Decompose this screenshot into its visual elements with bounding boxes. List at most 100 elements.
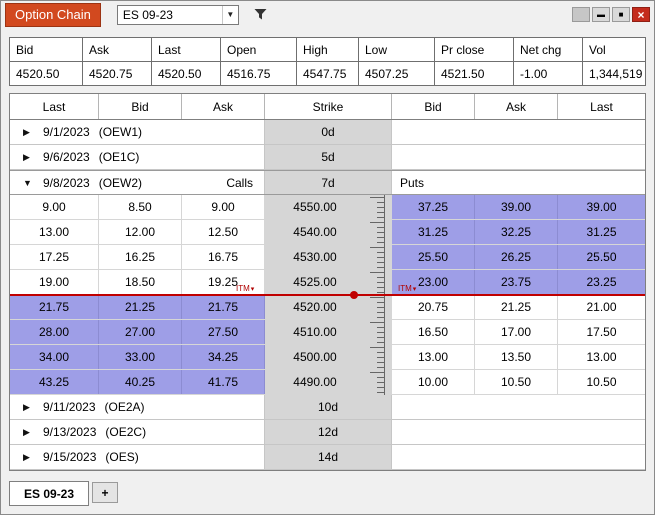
expander-icon[interactable]: ▶ xyxy=(23,152,34,163)
put-bid-cell[interactable]: 13.00 xyxy=(392,345,475,369)
put-ask-cell[interactable]: 32.25 xyxy=(475,220,558,244)
calls-section-label: Calls xyxy=(226,175,253,190)
call-bid-cell[interactable]: 27.00 xyxy=(99,320,182,344)
expiration-code: (OEW1) xyxy=(98,125,143,139)
put-bid-cell[interactable]: 37.25 xyxy=(392,195,475,219)
call-ask-cell[interactable]: 34.25 xyxy=(182,345,265,369)
tab-bar: ES 09-23 + xyxy=(9,481,119,507)
filter-icon[interactable] xyxy=(253,7,269,23)
option-row: 9.00 8.50 9.00 4550.00 37.25 39.00 39.00 xyxy=(10,195,645,220)
call-bid-cell[interactable]: 8.50 xyxy=(99,195,182,219)
put-ask-cell[interactable]: 17.00 xyxy=(475,320,558,344)
col-header-call-last: Last xyxy=(10,94,99,119)
expiration-row[interactable]: ▶ 9/13/2023 (OE2C) 12d xyxy=(10,420,645,445)
expiration-row[interactable]: ▶ 9/11/2023 (OE2A) 10d xyxy=(10,395,645,420)
option-row: 43.25 40.25 41.75 4490.00 10.00 10.50 10… xyxy=(10,370,645,395)
expiration-row-right xyxy=(392,120,645,144)
put-ask-cell[interactable]: 13.50 xyxy=(475,345,558,369)
put-last-cell[interactable]: 39.00 xyxy=(558,195,645,219)
tab-es-09-23[interactable]: ES 09-23 xyxy=(9,481,90,506)
put-last-cell[interactable]: 23.25 xyxy=(558,270,645,294)
call-ask-cell[interactable]: 41.75 xyxy=(182,370,265,394)
expiration-row[interactable]: ▶ 9/1/2023 (OEW1) 0d xyxy=(10,120,645,145)
expander-icon[interactable]: ▶ xyxy=(23,127,34,138)
expiration-row-expanded[interactable]: ▼ 9/8/2023 (OEW2) Calls 7d Puts xyxy=(10,170,645,195)
maximize-button[interactable]: ■ xyxy=(612,7,630,22)
expiration-info: ▼ 9/8/2023 (OEW2) Calls xyxy=(10,171,265,194)
symbol-dropdown[interactable]: ES 09-23 ▼ xyxy=(116,4,239,25)
col-header-put-bid: Bid xyxy=(392,94,475,119)
call-ask-cell[interactable]: 21.75 xyxy=(182,295,265,319)
call-bid-cell[interactable]: 40.25 xyxy=(99,370,182,394)
minimize-button[interactable]: ▬ xyxy=(592,7,610,22)
quote-value-cell: 4520.50 xyxy=(10,62,82,85)
put-ask-cell[interactable]: 10.50 xyxy=(475,370,558,394)
put-last-cell[interactable]: 17.50 xyxy=(558,320,645,344)
option-row: 13.00 12.00 12.50 4540.00 31.25 32.25 31… xyxy=(10,220,645,245)
call-bid-cell[interactable]: 21.25 xyxy=(99,295,182,319)
window-controls: ▬ ■ × xyxy=(572,7,650,22)
expander-icon[interactable]: ▶ xyxy=(23,402,34,413)
expiration-date: 9/13/2023 xyxy=(43,425,97,439)
call-ask-cell[interactable]: 12.50 xyxy=(182,220,265,244)
call-bid-cell[interactable]: 16.25 xyxy=(99,245,182,269)
close-button[interactable]: × xyxy=(632,7,650,22)
window-extra-button[interactable] xyxy=(572,7,590,22)
call-last-cell[interactable]: 43.25 xyxy=(10,370,99,394)
put-last-cell[interactable]: 25.50 xyxy=(558,245,645,269)
expiration-row[interactable]: ▶ 9/15/2023 (OES) 14d xyxy=(10,445,645,470)
expiration-code: (OE1C) xyxy=(98,150,140,164)
call-ask-cell[interactable]: 16.75 xyxy=(182,245,265,269)
strike-cell: 4510.00 xyxy=(265,320,392,344)
call-bid-cell[interactable]: 33.00 xyxy=(99,345,182,369)
option-chain-table: Last Bid Ask Strike Bid Ask Last ▶ 9/1/2… xyxy=(9,93,646,471)
call-ask-cell[interactable]: 9.00 xyxy=(182,195,265,219)
call-last-cell[interactable]: 9.00 xyxy=(10,195,99,219)
quote-value-cell: 1,344,519 xyxy=(583,62,645,85)
put-ask-cell[interactable]: 39.00 xyxy=(475,195,558,219)
quote-header-cell: Pr close xyxy=(435,38,513,61)
expiration-date: 9/1/2023 xyxy=(43,125,90,139)
chevron-down-icon[interactable]: ▼ xyxy=(221,5,238,24)
put-last-cell[interactable]: 13.00 xyxy=(558,345,645,369)
put-ask-cell[interactable]: 21.25 xyxy=(475,295,558,319)
call-bid-cell[interactable]: 12.00 xyxy=(99,220,182,244)
days-to-expiration: 5d xyxy=(265,145,392,169)
quote-value-cell: 4521.50 xyxy=(435,62,513,85)
quote-header-cell: Ask xyxy=(83,38,151,61)
put-last-cell[interactable]: 31.25 xyxy=(558,220,645,244)
days-to-expiration: 0d xyxy=(265,120,392,144)
option-row: 34.00 33.00 34.25 4500.00 13.00 13.50 13… xyxy=(10,345,645,370)
add-tab-button[interactable]: + xyxy=(92,482,119,503)
expander-icon[interactable]: ▼ xyxy=(23,178,34,188)
call-last-cell[interactable]: 21.75 xyxy=(10,295,99,319)
call-last-cell[interactable]: 13.00 xyxy=(10,220,99,244)
put-bid-cell[interactable]: 16.50 xyxy=(392,320,475,344)
call-ask-cell[interactable]: 27.50 xyxy=(182,320,265,344)
expiration-row[interactable]: ▶ 9/6/2023 (OE1C) 5d xyxy=(10,145,645,170)
expiration-info: ▶ 9/13/2023 (OE2C) xyxy=(10,420,265,444)
option-row: 17.25 16.25 16.75 4530.00 25.50 26.25 25… xyxy=(10,245,645,270)
put-bid-cell[interactable]: 10.00 xyxy=(392,370,475,394)
expander-icon[interactable]: ▶ xyxy=(23,452,34,463)
put-bid-cell[interactable]: 20.75 xyxy=(392,295,475,319)
put-ask-cell[interactable]: 23.75 xyxy=(475,270,558,294)
call-last-cell[interactable]: 17.25 xyxy=(10,245,99,269)
expiration-info: ▶ 9/15/2023 (OES) xyxy=(10,445,265,469)
put-last-cell[interactable]: 10.50 xyxy=(558,370,645,394)
put-bid-cell[interactable]: 25.50 xyxy=(392,245,475,269)
call-last-cell[interactable]: 28.00 xyxy=(10,320,99,344)
put-bid-cell[interactable]: 31.25 xyxy=(392,220,475,244)
quote-header-cell: Bid xyxy=(10,38,82,61)
put-ask-cell[interactable]: 26.25 xyxy=(475,245,558,269)
expiration-row-right xyxy=(392,420,645,444)
put-last-cell[interactable]: 21.00 xyxy=(558,295,645,319)
expiration-info: ▶ 9/6/2023 (OE1C) xyxy=(10,145,265,169)
expander-icon[interactable]: ▶ xyxy=(23,427,34,438)
quote-header-cell: High xyxy=(297,38,358,61)
strike-cell: 4540.00 xyxy=(265,220,392,244)
itm-label-text: ITM xyxy=(236,284,250,293)
call-bid-cell[interactable]: 18.50 xyxy=(99,270,182,294)
call-last-cell[interactable]: 34.00 xyxy=(10,345,99,369)
call-last-cell[interactable]: 19.00 xyxy=(10,270,99,294)
